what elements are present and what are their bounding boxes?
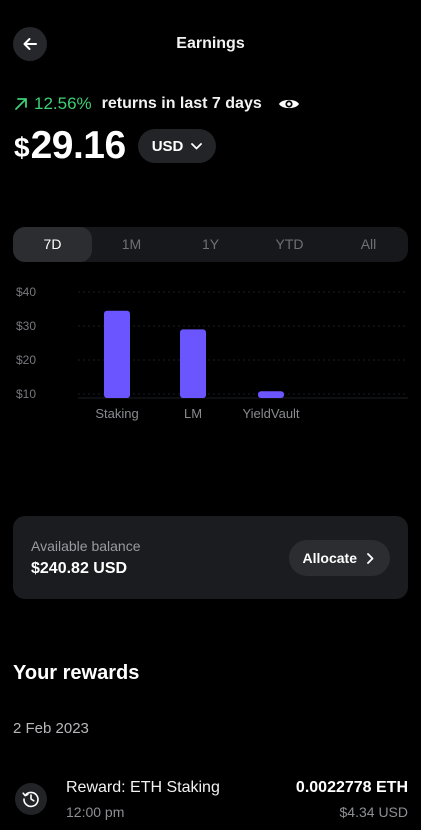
available-balance-card: Available balance $240.82 USD Allocate: [13, 516, 408, 599]
allocate-label: Allocate: [302, 550, 357, 566]
bar-lm[interactable]: [180, 329, 206, 398]
rewards-date: 2 Feb 2023: [13, 720, 89, 737]
reward-amount: 0.0022778 ETH: [295, 779, 408, 796]
reward-time: 12:00 pm: [66, 804, 125, 820]
allocate-button[interactable]: Allocate: [288, 540, 390, 576]
chevron-down-icon: [191, 142, 203, 149]
reward-list-item[interactable]: Reward: ETH Staking 12:00 pm 0.0022778 E…: [13, 775, 408, 825]
period-tabs: 7D 1M 1Y YTD All: [13, 227, 408, 262]
returns-label: returns in last 7 days: [101, 95, 262, 112]
reward-title: Reward: ETH Staking: [66, 779, 220, 796]
tab-1m[interactable]: 1M: [92, 227, 171, 262]
reward-usd: $4.34 USD: [339, 804, 408, 820]
y-tick-label: $10: [16, 387, 36, 401]
eye-icon: [278, 99, 299, 109]
x-category-label: Staking: [95, 406, 138, 421]
tab-1y[interactable]: 1Y: [171, 227, 250, 262]
earnings-screen: Earnings 12.56% returns in last 7 days $…: [0, 0, 421, 830]
earnings-bar-chart: $40 $30 $20 $10 Staking LM YieldVault: [16, 285, 408, 421]
visibility-toggle[interactable]: [278, 97, 300, 111]
arrow-up-right-icon: [15, 98, 27, 110]
balance-row: $ 29.16 USD: [14, 124, 217, 168]
x-category-label: LM: [184, 406, 202, 421]
x-category-label: YieldVault: [242, 406, 299, 421]
y-tick-label: $30: [16, 319, 36, 333]
currency-label: USD: [151, 137, 184, 155]
bar-yieldvault[interactable]: [258, 391, 284, 398]
tab-ytd[interactable]: YTD: [250, 227, 329, 262]
available-balance-label: Available balance: [31, 538, 141, 554]
currency-dropdown[interactable]: USD: [137, 129, 217, 163]
history-clock-icon: [15, 783, 47, 815]
y-tick-label: $20: [16, 353, 36, 367]
tab-7d[interactable]: 7D: [13, 227, 92, 262]
y-tick-label: $40: [16, 285, 36, 299]
bar-staking[interactable]: [104, 310, 130, 398]
header: Earnings: [0, 27, 421, 61]
page-title: Earnings: [176, 35, 245, 52]
tab-all[interactable]: All: [329, 227, 408, 262]
available-balance-value: $240.82 USD: [31, 560, 128, 577]
returns-summary: 12.56% returns in last 7 days: [14, 93, 300, 115]
balance-amount: 29.16: [30, 124, 127, 167]
returns-percent: 12.56%: [34, 94, 92, 113]
currency-symbol: $: [14, 132, 30, 163]
chevron-right-icon: [367, 552, 374, 564]
rewards-title: Your rewards: [13, 662, 140, 684]
